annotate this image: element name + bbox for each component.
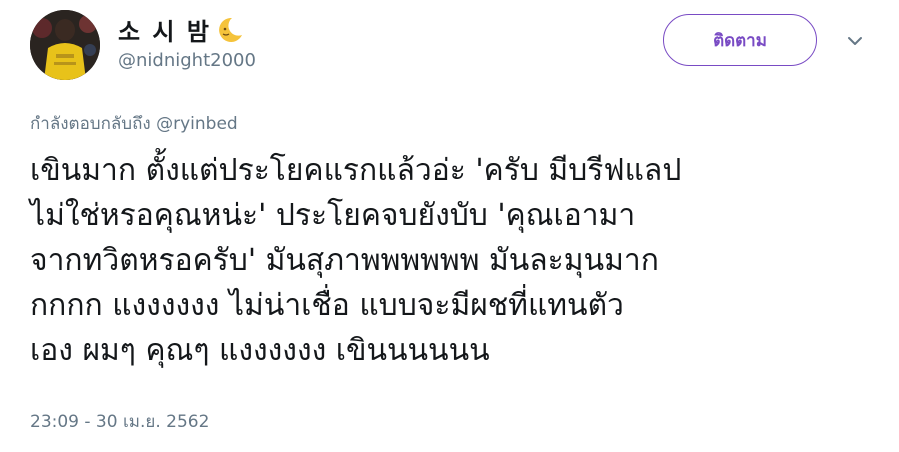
reply-context: กำลังตอบกลับถึง @ryinbed bbox=[30, 110, 238, 137]
avatar[interactable] bbox=[30, 10, 100, 80]
tweet-timestamp[interactable]: 23:09 - 30 เม.ย. 2562 bbox=[30, 408, 209, 435]
reply-mention-link[interactable]: @ryinbed bbox=[156, 114, 238, 134]
follow-button[interactable]: ติดตาม bbox=[663, 14, 817, 66]
chevron-down-icon[interactable] bbox=[846, 34, 864, 48]
tweet-card: 소 시 밤 @nidnight2000 ติดตาม กำลังตอบกลับถ… bbox=[0, 0, 899, 452]
avatar-photo bbox=[30, 10, 100, 80]
reply-context-prefix: กำลังตอบกลับถึง bbox=[30, 114, 157, 134]
handle[interactable]: @nidnight2000 bbox=[118, 50, 256, 71]
display-name[interactable]: 소 시 밤 bbox=[118, 12, 245, 47]
tweet-text: เขินมาก ตั้งแต่ประโยคแรกแล้วอ่ะ 'ครับ มี… bbox=[30, 153, 682, 368]
crescent-moon-face-icon bbox=[219, 17, 242, 42]
display-name-text: 소 시 밤 bbox=[118, 18, 211, 46]
